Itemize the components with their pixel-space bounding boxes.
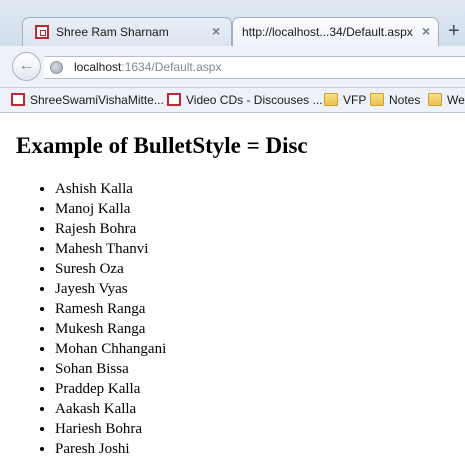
- address-text[interactable]: localhost:1634/Default.aspx: [74, 57, 221, 78]
- list-item: Suresh Oza: [55, 259, 166, 279]
- list-item: Paresh Joshi: [55, 439, 166, 459]
- page-heading: Example of BulletStyle = Disc: [16, 133, 308, 158]
- close-tab-icon[interactable]: ×: [212, 23, 220, 39]
- list-item: Jayesh Vyas: [55, 279, 166, 299]
- tab-shree-ram-sharnam[interactable]: Shree Ram Sharnam ×: [22, 17, 232, 46]
- bookmark-label: ShreeSwamiVishaMitte...: [30, 93, 164, 107]
- list-item: Ashish Kalla: [55, 179, 166, 199]
- page-icon: [167, 93, 181, 106]
- globe-icon: [50, 61, 63, 74]
- back-button[interactable]: ←: [12, 52, 41, 81]
- list-item: Rajesh Bohra: [55, 219, 166, 239]
- list-item: Hariesh Bohra: [55, 419, 166, 439]
- folder-icon: [370, 93, 384, 106]
- list-item: Mahesh Thanvi: [55, 239, 166, 259]
- url-path: :1634/Default.aspx: [121, 60, 222, 74]
- list-item: Sohan Bissa: [55, 359, 166, 379]
- bookmark-label: VFP: [343, 93, 367, 107]
- new-tab-button[interactable]: +: [448, 20, 460, 43]
- url-host: localhost: [74, 60, 122, 74]
- tab-title: Shree Ram Sharnam: [56, 25, 169, 39]
- page-content: Example of BulletStyle = Disc Ashish Kal…: [0, 113, 465, 471]
- folder-icon: [428, 93, 442, 106]
- bookmark-label: Video CDs - Discouses ...: [186, 93, 323, 107]
- list-item: Praddep Kalla: [55, 379, 166, 399]
- folder-icon: [324, 93, 338, 106]
- page-favicon-icon: [35, 25, 49, 39]
- list-item: Ramesh Ranga: [55, 299, 166, 319]
- tab-default-aspx[interactable]: http://localhost...34/Default.aspx ×: [232, 17, 439, 46]
- list-item: Aakash Kalla: [55, 399, 166, 419]
- list-item: Mohan Chhangani: [55, 339, 166, 359]
- address-bar[interactable]: localhost:1634/Default.aspx: [44, 56, 465, 79]
- bookmark-label: We: [447, 93, 465, 107]
- list-item: Manoj Kalla: [55, 199, 166, 219]
- bulleted-list: Ashish Kalla Manoj Kalla Rajesh Bohra Ma…: [55, 179, 166, 459]
- navigation-bar: localhost:1634/Default.aspx ←: [0, 46, 465, 88]
- tab-strip: Shree Ram Sharnam × http://localhost...3…: [0, 0, 465, 46]
- bookmark-label: Notes: [389, 93, 421, 107]
- tab-title: http://localhost...34/Default.aspx: [242, 25, 413, 39]
- list-item: Mukesh Ranga: [55, 319, 166, 339]
- bookmarks-bar: ShreeSwamiVishaMitte... Video CDs - Disc…: [0, 88, 465, 113]
- page-icon: [11, 93, 25, 106]
- back-arrow-icon: ←: [18, 57, 35, 74]
- close-tab-icon[interactable]: ×: [422, 23, 430, 39]
